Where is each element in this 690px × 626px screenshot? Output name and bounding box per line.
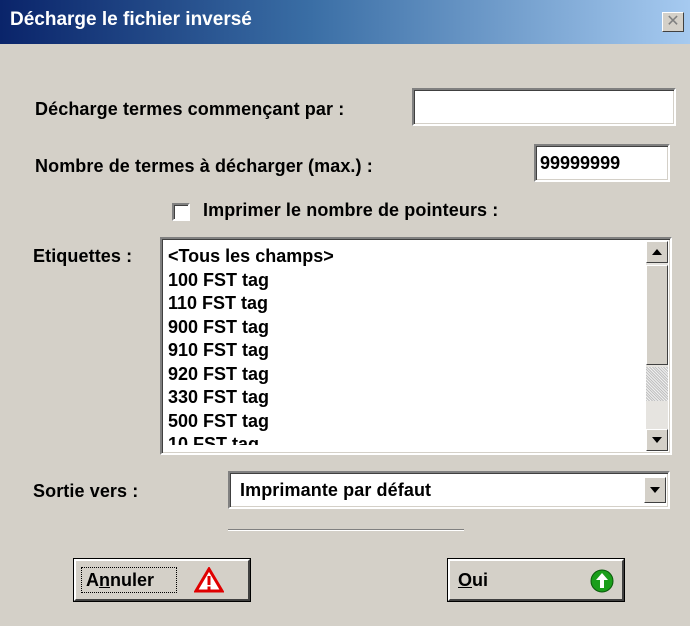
cancel-mnemonic: n	[99, 570, 110, 590]
max-terms-input[interactable]	[534, 144, 670, 182]
start-terms-label: Décharge termes commençant par :	[35, 99, 345, 119]
print-pointers-label[interactable]: Imprimer le nombre de pointeurs :	[203, 200, 498, 221]
ok-button-label: Oui	[458, 570, 488, 591]
output-label: Sortie vers :	[33, 481, 139, 501]
tag-list-item[interactable]: 10 FST tag	[168, 433, 638, 445]
warning-triangle-icon	[193, 566, 225, 598]
start-terms-input[interactable]	[412, 88, 676, 126]
output-value: Imprimante par défaut	[240, 480, 432, 500]
cancel-button[interactable]: Annuler	[73, 558, 251, 602]
separator-line	[228, 529, 464, 531]
scroll-down-button[interactable]	[646, 429, 668, 451]
close-button[interactable]: ✕	[662, 12, 684, 32]
max-terms-label: Nombre de termes à décharger (max.) :	[35, 156, 373, 176]
cancel-button-label: Annuler	[86, 570, 154, 591]
arrow-down-icon	[652, 437, 662, 443]
tag-list-item[interactable]: 900 FST tag	[168, 316, 638, 340]
tag-list-item[interactable]: 110 FST tag	[168, 292, 638, 316]
tags-scrollbar[interactable]	[646, 241, 668, 451]
tag-list-item[interactable]: <Tous les champs>	[168, 245, 638, 269]
close-icon: ✕	[666, 13, 680, 30]
window-title: Décharge le fichier inversé	[10, 9, 252, 30]
dialog-window: Décharge le fichier inversé ✕ Décharge t…	[0, 0, 690, 626]
ok-mnemonic: O	[458, 570, 473, 590]
scroll-thumb[interactable]	[646, 265, 668, 365]
cancel-label-rest: nuler	[110, 570, 155, 590]
chevron-down-icon	[650, 487, 660, 493]
tags-listbox[interactable]: <Tous les champs> 100 FST tag 110 FST tag 9…	[160, 237, 672, 455]
tag-list-item[interactable]: 330 FST tag	[168, 386, 638, 410]
cancel-label-a: A	[86, 570, 99, 590]
tag-list-item[interactable]: 910 FST tag	[168, 339, 638, 363]
print-pointers-checkbox[interactable]	[172, 203, 190, 221]
output-combobox[interactable]: Imprimante par défaut	[228, 471, 670, 509]
tag-list-item[interactable]: 100 FST tag	[168, 269, 638, 293]
tags-label: Etiquettes :	[33, 246, 133, 266]
tags-list: <Tous les champs> 100 FST tag 110 FST tag 9…	[168, 245, 638, 445]
arrow-up-icon	[652, 249, 662, 255]
ok-button[interactable]: Oui	[447, 558, 625, 602]
title-bar[interactable]: Décharge le fichier inversé ✕	[0, 0, 690, 44]
scroll-up-button[interactable]	[646, 241, 668, 263]
output-dropdown-button[interactable]	[644, 477, 666, 503]
green-arrow-up-icon	[590, 569, 614, 598]
ok-label-rest: ui	[472, 570, 489, 590]
scroll-track[interactable]	[646, 367, 668, 401]
tag-list-item[interactable]: 920 FST tag	[168, 363, 638, 387]
tag-list-item[interactable]: 500 FST tag	[168, 410, 638, 434]
